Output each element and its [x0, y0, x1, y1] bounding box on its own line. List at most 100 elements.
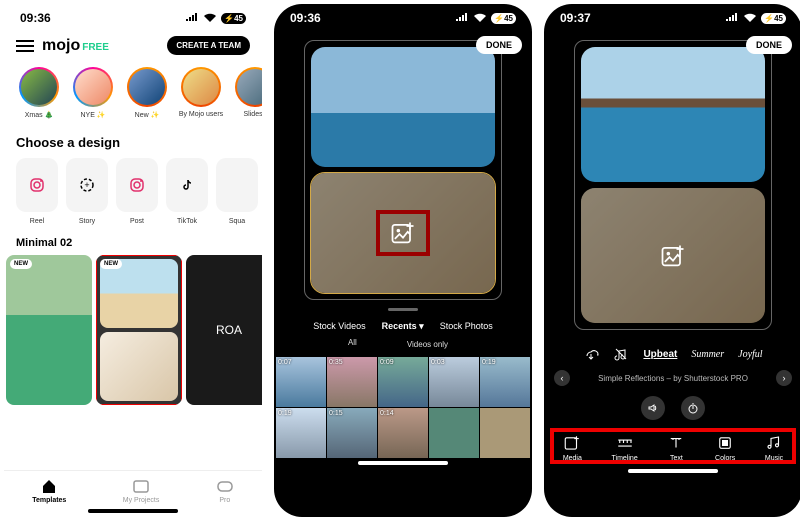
media-thumb[interactable]: 0:19	[276, 408, 326, 458]
media-grid[interactable]: 0:07 0:35 0:09 0:03 0:19 0:19 0:15 0:14	[274, 357, 532, 458]
status-bar: 09:37 ⚡45	[544, 4, 800, 32]
volume-icon	[647, 402, 659, 414]
music-cat-summer[interactable]: Summer	[691, 349, 724, 360]
highlight-box	[550, 428, 796, 464]
tab-stock-videos[interactable]: Stock Videos	[313, 321, 365, 332]
media-thumb[interactable]: 0:15	[327, 408, 377, 458]
design-reel[interactable]: Reel	[16, 158, 58, 225]
canvas[interactable]	[574, 40, 772, 330]
subtab-all[interactable]: All	[348, 338, 357, 351]
add-media-icon[interactable]	[659, 242, 687, 270]
status-bar: 09:36 ⚡45	[4, 4, 262, 32]
canvas[interactable]	[304, 40, 502, 300]
battery-icon: ⚡45	[761, 13, 786, 24]
status-icons: ⚡45	[455, 13, 516, 24]
logo: mojoFREE	[42, 37, 109, 55]
status-icons: ⚡45	[725, 13, 786, 24]
canvas-area: DONE	[544, 32, 800, 338]
media-thumb[interactable]: 0:35	[327, 357, 377, 407]
add-media-icon[interactable]	[389, 219, 417, 247]
design-post[interactable]: Post	[116, 158, 158, 225]
battery-icon: ⚡45	[221, 13, 246, 24]
volume-button[interactable]	[641, 396, 665, 420]
tab-templates[interactable]: Templates	[32, 477, 66, 504]
music-cat-upbeat[interactable]: Upbeat	[643, 349, 677, 360]
picker-subtabs: All Videos only	[274, 336, 532, 357]
music-cat-joyful[interactable]: Joyful	[738, 349, 762, 360]
design-tiktok[interactable]: TikTok	[166, 158, 208, 225]
media-thumb[interactable]	[429, 408, 479, 458]
done-button[interactable]: DONE	[746, 36, 792, 54]
signal-icon	[455, 13, 469, 23]
home-icon	[40, 477, 58, 495]
picker-tabs: Stock Videos Recents ▾ Stock Photos	[274, 315, 532, 336]
media-slot-1[interactable]	[581, 47, 765, 182]
tab-recents[interactable]: Recents ▾	[382, 321, 424, 332]
no-music-icon[interactable]	[613, 346, 629, 362]
story-new[interactable]: New ✨	[124, 67, 170, 119]
projects-icon	[132, 477, 150, 495]
clock: 09:37	[560, 11, 591, 25]
home-indicator[interactable]	[358, 461, 448, 465]
wifi-icon	[203, 13, 217, 23]
media-thumb[interactable]: 0:19	[480, 357, 530, 407]
design-story[interactable]: +Story	[66, 158, 108, 225]
new-badge: NEW	[10, 259, 32, 269]
music-controls	[544, 390, 800, 426]
media-slot-1[interactable]	[311, 47, 495, 167]
clock: 09:36	[290, 11, 321, 25]
choose-design-title: Choose a design	[4, 129, 262, 158]
track-row[interactable]: ‹ Simple Reflections – by Shutterstock P…	[544, 366, 800, 390]
status-icons: ⚡45	[185, 13, 246, 24]
signal-icon	[725, 13, 739, 23]
media-thumb[interactable]: 0:03	[429, 357, 479, 407]
media-thumb[interactable]: 0:09	[378, 357, 428, 407]
media-slot-2[interactable]	[581, 188, 765, 323]
tab-pro[interactable]: Pro	[216, 477, 234, 504]
pro-icon	[216, 477, 234, 495]
home-indicator[interactable]	[88, 509, 178, 513]
media-thumb[interactable]: 0:07	[276, 357, 326, 407]
track-title: Simple Reflections – by Shutterstock PRO	[578, 374, 768, 383]
signal-icon	[185, 13, 199, 23]
template-card[interactable]: NEW	[6, 255, 92, 405]
story-slideshow[interactable]: Slidesh	[232, 67, 262, 119]
screen-templates: 09:36 ⚡45 mojoFREE CREATE A TEAM Xmas 🎄 …	[4, 4, 262, 517]
music-categories: Upbeat Summer Joyful	[544, 338, 800, 366]
clock: 09:36	[20, 11, 51, 25]
tab-myprojects[interactable]: My Projects	[123, 477, 160, 504]
template-group-title: Minimal 02	[4, 231, 262, 255]
create-team-button[interactable]: CREATE A TEAM	[167, 36, 250, 55]
timer-button[interactable]	[681, 396, 705, 420]
media-thumb[interactable]	[480, 408, 530, 458]
story-bymojo[interactable]: By Mojo users	[178, 67, 224, 119]
tab-stock-photos[interactable]: Stock Photos	[440, 321, 493, 332]
story-xmas[interactable]: Xmas 🎄	[16, 67, 62, 119]
design-square[interactable]: Squa	[216, 158, 258, 225]
next-track-button[interactable]: ›	[776, 370, 792, 386]
svg-text:+: +	[84, 180, 89, 190]
tab-bar: Templates My Projects Pro	[4, 470, 262, 506]
highlight-box	[96, 255, 182, 405]
wifi-icon	[743, 13, 757, 23]
screen-editor: 09:37 ⚡45 DONE Upbeat Summer Joyful ‹	[544, 4, 800, 517]
template-card[interactable]: ROA	[186, 255, 262, 405]
prev-track-button[interactable]: ‹	[554, 370, 570, 386]
canvas-area: DONE	[274, 32, 532, 308]
cloud-download-icon[interactable]	[583, 346, 599, 362]
top-bar: mojoFREE CREATE A TEAM	[4, 32, 262, 63]
subtab-videos-only[interactable]: Videos only	[397, 338, 458, 351]
designs-row[interactable]: Reel +Story Post TikTok Squa	[4, 158, 262, 231]
home-indicator[interactable]	[628, 469, 718, 473]
template-card-selected[interactable]: NEW	[96, 255, 182, 405]
story-nye[interactable]: NYE ✨	[70, 67, 116, 119]
media-thumb[interactable]: 0:14	[378, 408, 428, 458]
wifi-icon	[473, 13, 487, 23]
stories-row[interactable]: Xmas 🎄 NYE ✨ New ✨ By Mojo users Slidesh	[4, 63, 262, 129]
done-button[interactable]: DONE	[476, 36, 522, 54]
templates-row[interactable]: NEW NEW ROA	[4, 255, 262, 405]
media-slot-2-selected[interactable]	[311, 173, 495, 293]
status-bar: 09:36 ⚡45	[274, 4, 532, 32]
menu-icon[interactable]	[16, 40, 34, 52]
drag-handle[interactable]	[388, 308, 418, 311]
